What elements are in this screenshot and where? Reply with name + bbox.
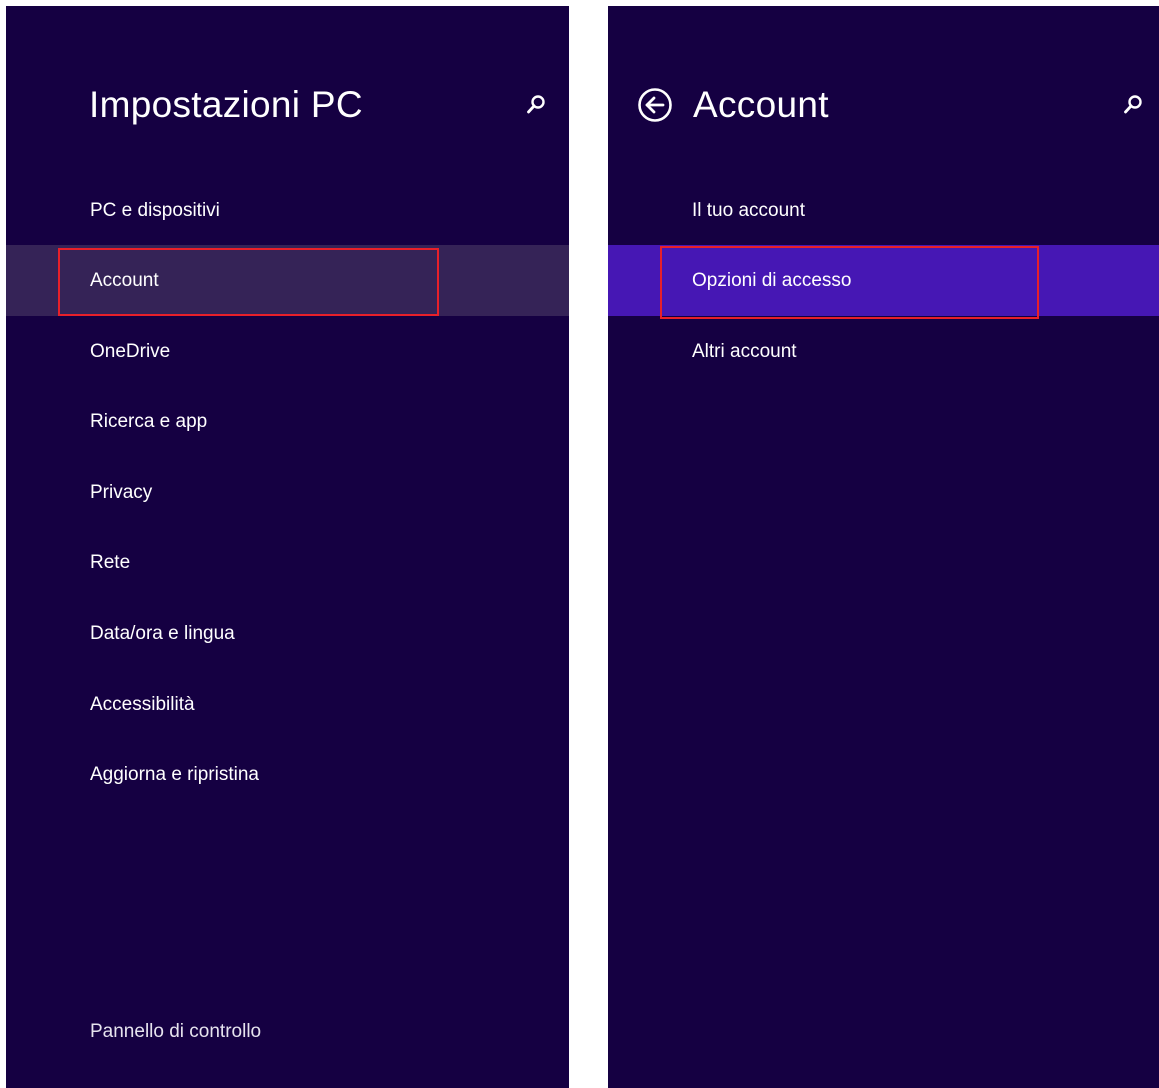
control-panel-link[interactable]: Pannello di controllo — [90, 1021, 261, 1043]
nav-item-privacy[interactable]: Privacy — [6, 457, 569, 528]
account-nav-panel: Account Il tuo account Opzioni di access… — [608, 6, 1159, 1088]
search-icon[interactable] — [1123, 94, 1143, 116]
nav-item-sign-in-options[interactable]: Opzioni di accesso — [608, 245, 1159, 316]
page-title: Account — [693, 84, 829, 125]
nav-item-account[interactable]: Account — [6, 245, 569, 316]
nav-item-pc-devices[interactable]: PC e dispositivi — [6, 175, 569, 246]
nav-item-onedrive[interactable]: OneDrive — [6, 316, 569, 387]
nav-item-other-accounts[interactable]: Altri account — [608, 316, 1159, 387]
nav-item-your-account[interactable]: Il tuo account — [608, 175, 1159, 246]
nav-item-update-recovery[interactable]: Aggiorna e ripristina — [6, 739, 569, 810]
search-icon[interactable] — [526, 94, 546, 116]
nav-item-network[interactable]: Rete — [6, 527, 569, 598]
nav-item-time-language[interactable]: Data/ora e lingua — [6, 598, 569, 669]
nav-item-search-apps[interactable]: Ricerca e app — [6, 386, 569, 457]
back-arrow-circle-icon[interactable] — [637, 87, 673, 123]
nav-item-accessibility[interactable]: Accessibilità — [6, 669, 569, 740]
settings-nav-panel: Impostazioni PC PC e dispositivi Account… — [6, 6, 569, 1088]
page-title: Impostazioni PC — [89, 84, 363, 125]
